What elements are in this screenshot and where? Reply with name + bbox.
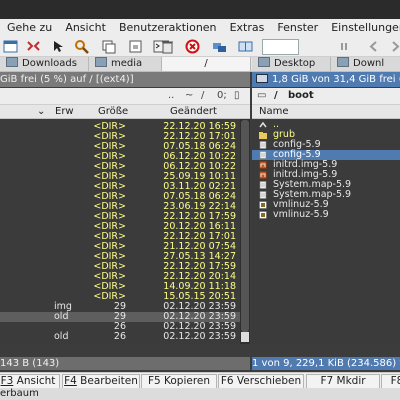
scroll-down-button[interactable] xyxy=(241,332,249,342)
tab-root[interactable]: / xyxy=(162,57,251,71)
parent-dir-button[interactable]: .. xyxy=(168,90,174,102)
copy-button[interactable]: F5 Kopieren xyxy=(141,374,217,389)
select-cursor-icon[interactable] xyxy=(50,39,65,54)
trash-icon[interactable] xyxy=(160,39,175,54)
home-dir-button[interactable]: ~ xyxy=(185,90,193,102)
table-row[interactable]: old 26 02.12.20 23:59 xyxy=(0,332,240,342)
column-date[interactable]: Geändert xyxy=(170,105,217,118)
search-icon[interactable] xyxy=(74,39,89,54)
menu-gehe-zu[interactable]: Gehe zu xyxy=(4,19,55,37)
file-size: 26 xyxy=(113,331,126,342)
tab-downloads[interactable]: Downloads xyxy=(0,57,89,71)
folder-icon xyxy=(6,57,18,67)
right-path-bar: ▭ / boot xyxy=(252,88,400,105)
tab-bar: Downloads media / Desktop Downl xyxy=(0,57,400,72)
left-file-list[interactable]: <DIR> 22.12.20 16:59 <DIR> 22.12.20 17:01 <D… xyxy=(0,119,250,344)
left-scrollbar-thumb[interactable] xyxy=(241,120,249,332)
copy-icon[interactable] xyxy=(101,39,116,54)
menu-bar: Gehe zu Ansicht Benutzeraktionen Extras … xyxy=(0,19,400,38)
column-size[interactable]: Größe xyxy=(98,105,128,118)
folder-icon xyxy=(258,57,270,67)
function-key-bar: F3 Ansicht F4 Bearbeiten F5 Kopieren F6 … xyxy=(0,372,400,389)
executable-icon xyxy=(259,211,267,219)
file-date: 02.12.20 23:59 xyxy=(163,331,236,342)
pause-icon[interactable] xyxy=(337,39,352,54)
move-button[interactable]: F6 Verschieben xyxy=(218,374,304,389)
right-status-bar: 1 von 9, 229,1 KiB (234.586) von xyxy=(252,357,400,370)
menu-extras[interactable]: Extras xyxy=(227,19,268,37)
forward-icon[interactable] xyxy=(388,39,400,54)
sync-icon[interactable] xyxy=(212,39,227,54)
tab-media[interactable]: media xyxy=(89,57,162,71)
menu-benutzeraktionen[interactable]: Benutzeraktionen xyxy=(116,19,220,37)
root-dir-button[interactable]: / xyxy=(201,90,204,102)
delete-button[interactable]: F8 xyxy=(381,374,400,389)
file-icon xyxy=(259,191,267,199)
cancel-icon[interactable] xyxy=(185,39,200,54)
file-icon xyxy=(259,181,267,189)
left-free-space: GiB frei (5 %) auf / [(ext4)] xyxy=(0,72,250,87)
file-name: vmlinuz-5.9 xyxy=(273,209,329,220)
folder-icon xyxy=(95,57,107,67)
up-arrow-icon xyxy=(259,121,267,129)
view-button[interactable]: F3 Ansicht xyxy=(0,374,60,389)
file-ext: old xyxy=(54,311,69,322)
drive-icon xyxy=(256,74,268,83)
mkdir-button[interactable]: F7 Mkdir xyxy=(306,374,380,389)
quick-filter-input[interactable] xyxy=(262,39,299,55)
back-icon[interactable] xyxy=(367,39,382,54)
column-name[interactable]: Name xyxy=(259,105,289,118)
folder-icon: ▭ xyxy=(257,90,267,101)
toolbar xyxy=(0,37,400,57)
menu-fenster[interactable]: Fenster xyxy=(274,19,321,37)
new-window-icon[interactable] xyxy=(3,39,18,54)
tab-downloads-right[interactable]: Downl xyxy=(331,57,400,71)
left-path-bar: .. ~ / 0; ▯ xyxy=(0,88,250,105)
sort-arrow-icon[interactable]: ⌄ xyxy=(37,105,45,118)
disk-image-icon xyxy=(259,171,267,179)
root-separator[interactable]: / xyxy=(274,90,278,102)
bookmark-icon[interactable]: ▯ xyxy=(234,90,240,102)
left-column-header: ⌄ Erw Größe Geändert xyxy=(0,105,250,119)
disk-image-icon xyxy=(259,161,267,169)
left-status-bar: 143 B (143) xyxy=(0,357,250,370)
current-path[interactable]: boot xyxy=(288,90,314,102)
compare-icon[interactable] xyxy=(26,39,41,54)
list-item[interactable]: vmlinuz-5.9 xyxy=(252,210,400,220)
folder-icon xyxy=(259,131,267,139)
right-free-space: 1,8 GiB von 31,4 GiB frei (5 xyxy=(252,72,400,87)
tab-desktop[interactable]: Desktop xyxy=(252,57,331,71)
panel-swap-icon[interactable] xyxy=(238,39,253,54)
paste-icon[interactable] xyxy=(128,39,143,54)
menu-ansicht[interactable]: Ansicht xyxy=(62,19,109,37)
right-column-header: Name xyxy=(252,105,400,119)
file-icon xyxy=(259,151,267,159)
column-ext[interactable]: Erw xyxy=(55,105,74,118)
folder-icon xyxy=(337,57,349,67)
file-icon xyxy=(259,141,267,149)
right-file-list[interactable]: .. grub config-5.9 config-5.9 initrd.img-5.9… xyxy=(252,119,400,344)
bottom-tree-bar[interactable]: erbaum xyxy=(0,388,400,400)
file-ext: old xyxy=(54,331,69,342)
history-button[interactable]: 0; xyxy=(217,90,227,102)
title-bar xyxy=(0,0,400,19)
menu-einstellungen[interactable]: Einstellungen xyxy=(328,19,400,37)
executable-icon xyxy=(259,201,267,209)
edit-button[interactable]: F4 Bearbeiten xyxy=(62,374,140,389)
